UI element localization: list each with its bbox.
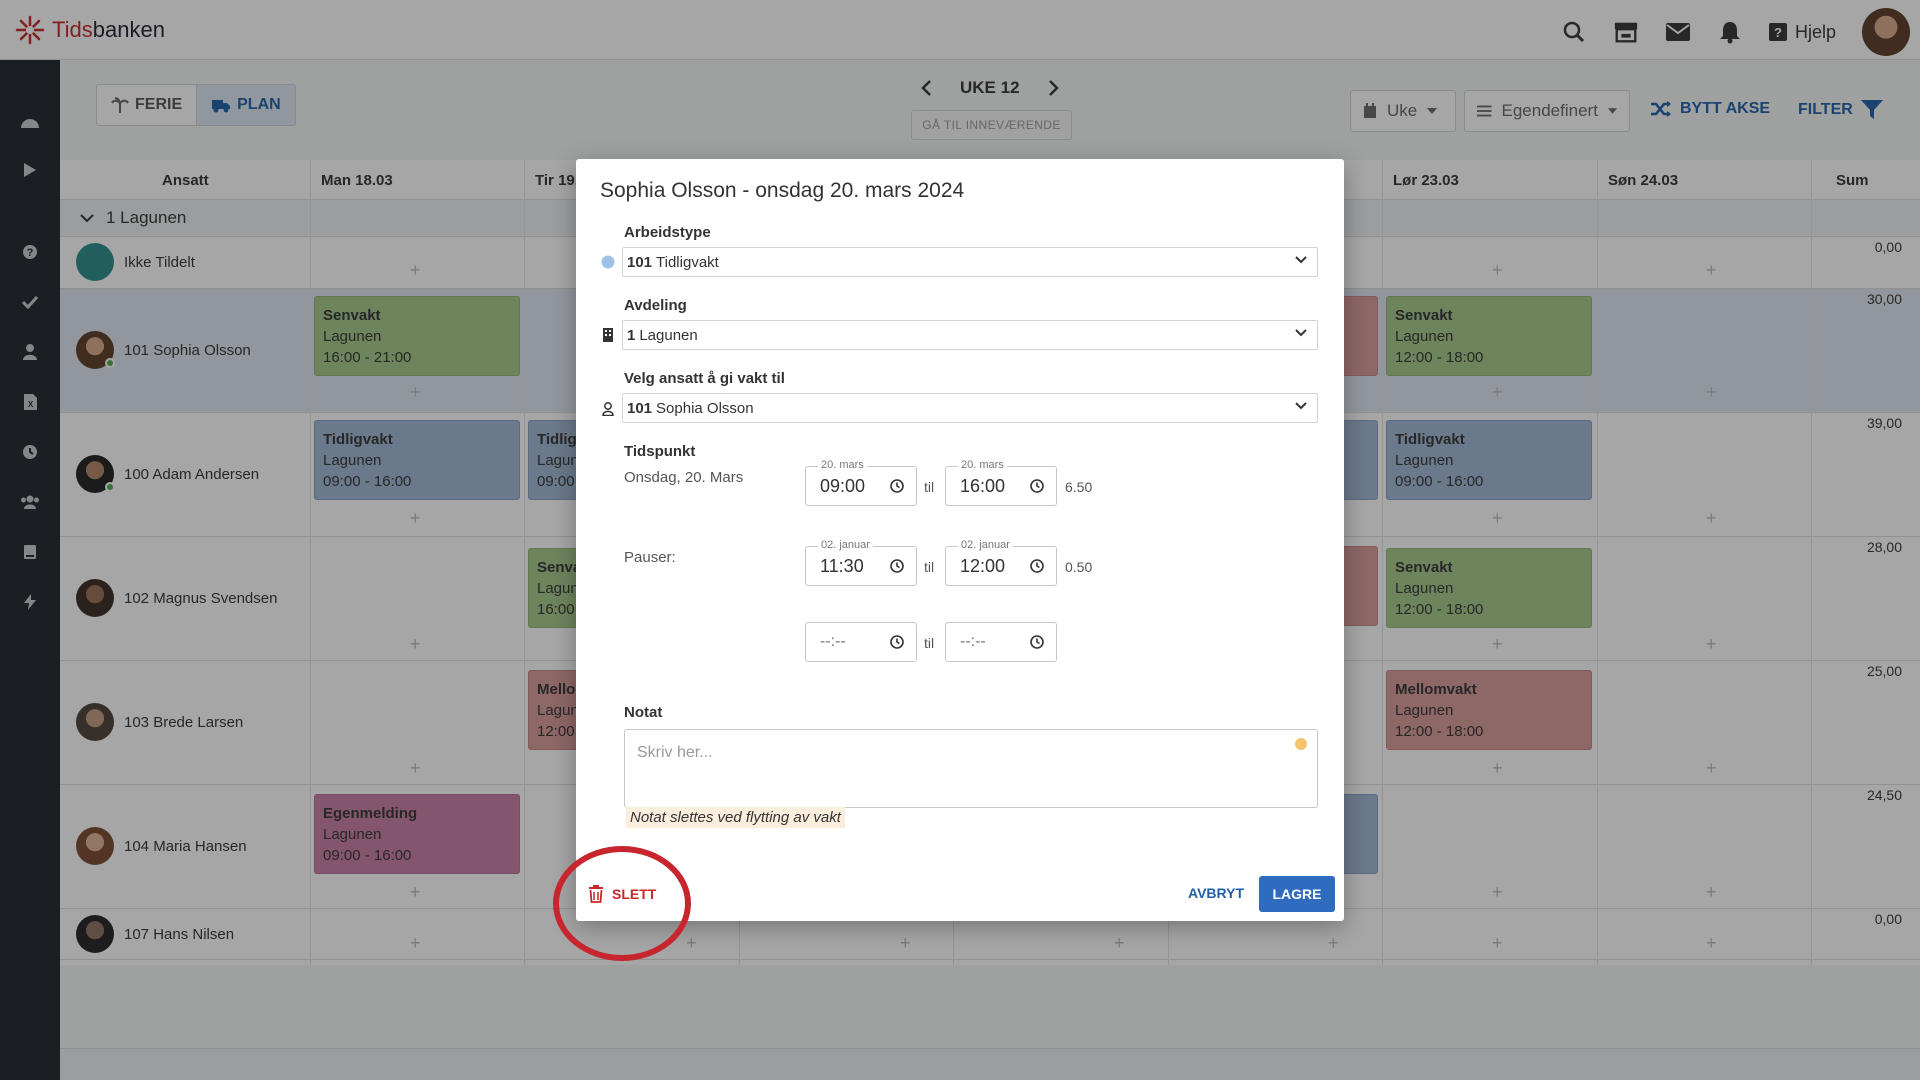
emoji-icon[interactable]	[1295, 738, 1307, 750]
dialog-title: Sophia Olsson - onsdag 20. mars 2024	[600, 179, 965, 202]
breaks-label: Pauser:	[624, 549, 676, 566]
start-time-input[interactable]: 20. mars 09:00	[805, 459, 917, 506]
edit-shift-dialog: Sophia Olsson - onsdag 20. mars 2024 Arb…	[576, 159, 1344, 921]
time-date: Onsdag, 20. Mars	[624, 469, 744, 486]
new-break-end-input[interactable]: --:--	[945, 622, 1057, 662]
color-dot-icon	[600, 254, 616, 270]
worktype-label: Arbeidstype	[624, 224, 711, 241]
building-icon	[600, 327, 616, 343]
employee-label: Velg ansatt å gi vakt til	[624, 370, 785, 387]
department-select[interactable]: 1 Lagunen	[622, 320, 1318, 350]
chevron-down-icon	[1295, 329, 1307, 337]
note-textarea[interactable]: Skriv her...	[624, 729, 1318, 808]
department-label: Avdeling	[624, 297, 687, 314]
clock-icon	[1030, 559, 1044, 573]
chevron-down-icon	[1295, 256, 1307, 264]
chevron-down-icon	[1295, 402, 1307, 410]
worktype-select[interactable]: 101 Tidligvakt	[622, 247, 1318, 277]
time-label: Tidspunkt	[624, 443, 696, 460]
new-break-start-input[interactable]: --:--	[805, 622, 917, 662]
break-end-input[interactable]: 02. januar 12:00	[945, 539, 1057, 586]
save-button[interactable]: LAGRE	[1259, 876, 1335, 912]
end-time-input[interactable]: 20. mars 16:00	[945, 459, 1057, 506]
clock-icon	[890, 635, 904, 649]
break-start-input[interactable]: 02. januar 11:30	[805, 539, 917, 586]
note-warning: Notat slettes ved flytting av vakt	[626, 807, 845, 828]
clock-icon	[890, 479, 904, 493]
person-icon	[600, 401, 616, 417]
break-duration: 0.50	[1065, 559, 1093, 575]
highlight-circle	[553, 846, 691, 961]
shift-duration: 6.50	[1065, 479, 1093, 495]
cancel-button[interactable]: AVBRYT	[1188, 885, 1244, 901]
employee-select[interactable]: 101 Sophia Olsson	[622, 393, 1318, 423]
clock-icon	[1030, 635, 1044, 649]
clock-icon	[890, 559, 904, 573]
clock-icon	[1030, 479, 1044, 493]
note-label: Notat	[624, 704, 663, 721]
